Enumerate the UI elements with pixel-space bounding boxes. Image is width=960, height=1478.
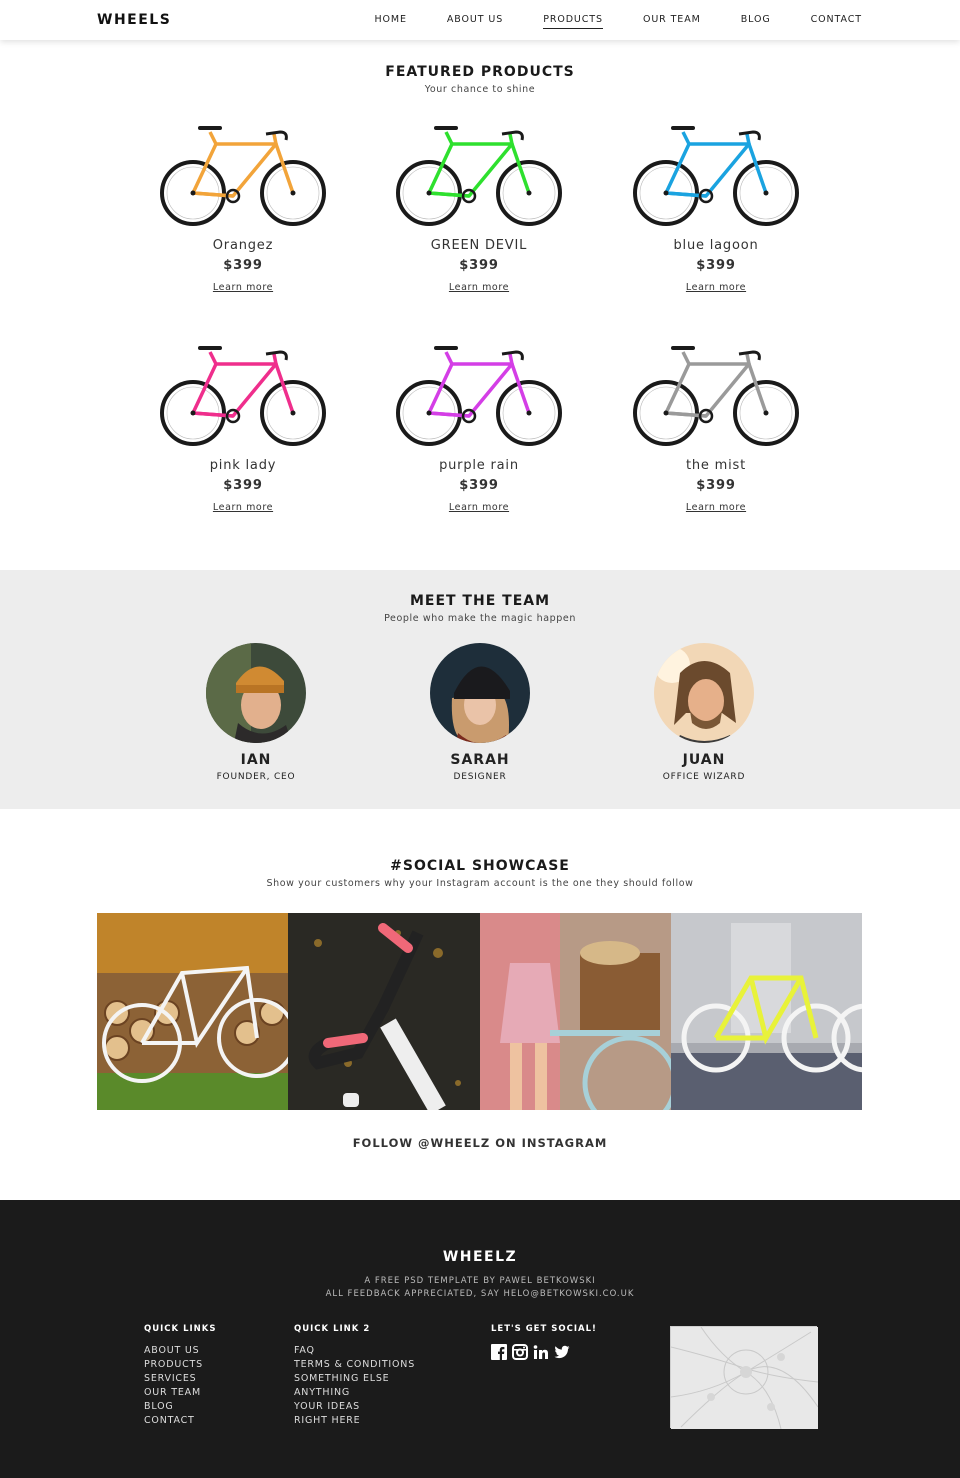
learn-more-link[interactable]: Learn more [686,282,746,293]
footer-social: LET'S GET SOCIAL! [491,1324,597,1360]
follow-instagram-link[interactable]: FOLLOW @WHEELZ ON INSTAGRAM [0,1136,960,1150]
logo[interactable]: WHEELS [97,12,171,28]
product-card: GREEN DEVIL $399 Learn more [379,118,579,294]
footer-link[interactable]: RIGHT HERE [294,1414,415,1428]
footer: WHEELZ A FREE PSD TEMPLATE BY PAWEL BETK… [0,1200,960,1478]
footer-link[interactable]: BLOG [144,1400,216,1414]
quick-links-title: QUICK LINKS [144,1324,217,1334]
nav-blog[interactable]: BLOG [741,14,771,29]
product-price: $399 [459,478,499,493]
product-price: $399 [223,258,263,273]
team-member-sarah: SARAH DESIGNER [390,643,570,782]
footer-credit: A FREE PSD TEMPLATE BY PAWEL BETKOWSKI [364,1276,596,1286]
social-title: LET'S GET SOCIAL! [491,1324,597,1334]
avatar [430,643,530,743]
instagram-photo[interactable] [479,913,671,1110]
nav-home[interactable]: HOME [374,14,406,29]
member-name: JUAN [682,752,726,768]
product-card: blue lagoon $399 Learn more [616,118,816,294]
product-price: $399 [223,478,263,493]
bike-image[interactable] [394,338,564,448]
member-role: OFFICE WIZARD [662,772,746,782]
bike-image[interactable] [158,338,328,448]
nav-our-team[interactable]: OUR TEAM [643,14,701,29]
learn-more-link[interactable]: Learn more [449,502,509,513]
learn-more-link[interactable]: Learn more [449,282,509,293]
main-nav: HOME ABOUT US PRODUCTS OUR TEAM BLOG CON… [334,14,862,29]
learn-more-link[interactable]: Learn more [213,282,273,293]
quick-links-2-title: QUICK LINK 2 [294,1324,371,1334]
team-subtitle: People who make the magic happen [384,613,576,624]
member-name: SARAH [450,752,510,768]
instagram-photo[interactable] [288,913,480,1110]
instagram-gallery [97,913,862,1110]
instagram-icon[interactable] [512,1344,528,1360]
team-member-juan: JUAN OFFICE WIZARD [614,643,794,782]
product-price: $399 [696,478,736,493]
member-name: IAN [240,752,272,768]
footer-link[interactable]: ABOUT US [144,1344,216,1358]
footer-link[interactable]: SERVICES [144,1372,216,1386]
bike-image[interactable] [631,118,801,228]
footer-feedback: ALL FEEDBACK APPRECIATED, SAY HELO@BETKO… [325,1289,635,1299]
footer-link[interactable]: TERMS & CONDITIONS [294,1358,415,1372]
learn-more-link[interactable]: Learn more [686,502,746,513]
social-subtitle: Show your customers why your Instagram a… [266,878,694,889]
footer-link[interactable]: OUR TEAM [144,1386,216,1400]
footer-map[interactable] [670,1326,819,1430]
linkedin-icon[interactable] [533,1344,549,1360]
facebook-icon[interactable] [491,1344,507,1360]
footer-link[interactable]: CONTACT [144,1414,216,1428]
footer-link[interactable]: ANYTHING [294,1386,415,1400]
products-title: FEATURED PRODUCTS [385,64,575,80]
bike-image[interactable] [394,118,564,228]
product-card: Orangez $399 Learn more [143,118,343,294]
nav-contact[interactable]: CONTACT [811,14,862,29]
instagram-photo[interactable] [670,913,862,1110]
product-name: Orangez [212,238,274,253]
instagram-photo[interactable] [97,913,289,1110]
footer-link[interactable]: SOMETHING ELSE [294,1372,415,1386]
learn-more-link[interactable]: Learn more [213,502,273,513]
products-subtitle: Your chance to shine [424,84,536,95]
nav-about-us[interactable]: ABOUT US [447,14,503,29]
product-card: purple rain $399 Learn more [379,338,579,514]
team-title: MEET THE TEAM [409,593,551,609]
member-role: FOUNDER, CEO [216,772,296,782]
product-card: pink lady $399 Learn more [143,338,343,514]
header: WHEELS HOME ABOUT US PRODUCTS OUR TEAM B… [0,0,960,40]
social-title: #SOCIAL SHOWCASE [390,858,570,874]
footer-link[interactable]: PRODUCTS [144,1358,216,1372]
product-card: the mist $399 Learn more [616,338,816,514]
product-price: $399 [696,258,736,273]
footer-quick-links: QUICK LINKS ABOUT US PRODUCTS SERVICES O… [144,1324,216,1428]
avatar [654,643,754,743]
member-role: DESIGNER [453,772,507,782]
bike-image[interactable] [631,338,801,448]
product-price: $399 [459,258,499,273]
product-name: purple rain [439,458,519,473]
footer-logo: WHEELZ [442,1249,518,1265]
footer-link[interactable]: YOUR IDEAS [294,1400,415,1414]
twitter-icon[interactable] [554,1344,570,1360]
bike-image[interactable] [158,118,328,228]
product-name: pink lady [209,458,277,473]
team-member-ian: IAN FOUNDER, CEO [166,643,346,782]
footer-link[interactable]: FAQ [294,1344,415,1358]
product-name: the mist [685,458,746,473]
product-name: blue lagoon [673,238,759,253]
footer-quick-links-2: QUICK LINK 2 FAQ TERMS & CONDITIONS SOME… [294,1324,415,1428]
nav-products[interactable]: PRODUCTS [543,14,603,29]
avatar [206,643,306,743]
product-name: GREEN DEVIL [430,238,528,253]
